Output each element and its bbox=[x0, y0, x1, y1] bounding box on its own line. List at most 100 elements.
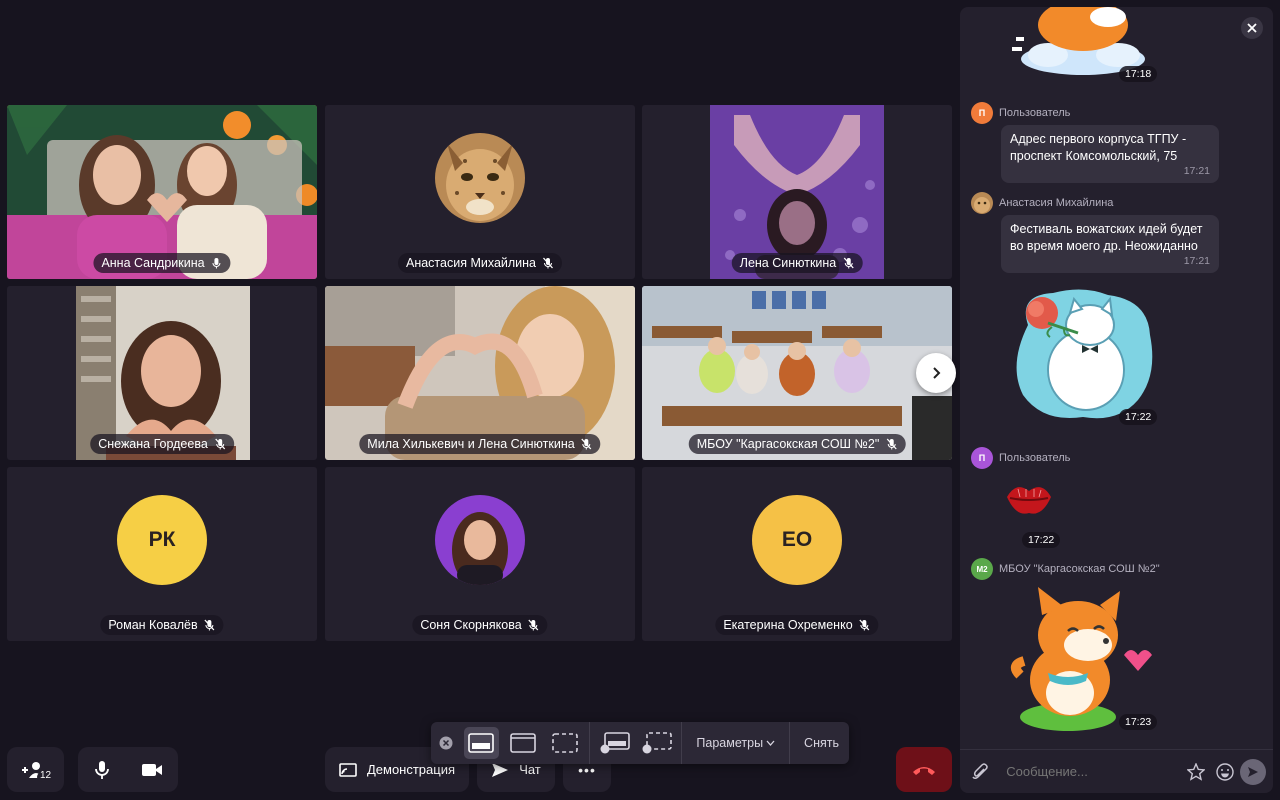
divider bbox=[681, 722, 683, 764]
participant-name: МБОУ "Каргасокская СОШ №2" bbox=[696, 437, 880, 451]
author-name: Пользователь bbox=[999, 107, 1071, 119]
participant-tile-mbou[interactable]: МБОУ "Каргасокская СОШ №2" bbox=[642, 286, 952, 460]
layout-option-window[interactable] bbox=[505, 727, 541, 759]
message-text: Адрес первого корпуса ТГПУ - проспект Ко… bbox=[1010, 132, 1187, 163]
participant-name-chip: Мила Хилькевич и Лена Синюткина bbox=[359, 434, 601, 454]
selection-area-icon bbox=[551, 733, 578, 753]
author-name: Пользователь bbox=[999, 452, 1071, 464]
message-author: П Пользователь bbox=[971, 102, 1070, 124]
participant-tile-snezhana[interactable]: Снежана Гордеева bbox=[7, 286, 317, 460]
phone-hangup-icon bbox=[913, 766, 935, 775]
favorite-button[interactable] bbox=[1182, 762, 1210, 781]
message-text: Фестиваль вожатских идей будет во время … bbox=[1010, 222, 1203, 253]
avatar-initials: РК bbox=[117, 495, 207, 585]
chat-panel: 17:18 П Пользователь Адрес первого корпу… bbox=[960, 7, 1273, 793]
sticker-image bbox=[1010, 587, 1152, 731]
avatar bbox=[435, 495, 525, 585]
close-chat-button[interactable] bbox=[1241, 17, 1263, 39]
author-name: Анастасия Михайлина bbox=[999, 197, 1114, 209]
chevron-right-icon bbox=[933, 367, 941, 379]
participant-name: Екатерина Охременко bbox=[723, 618, 853, 632]
close-popup-button[interactable] bbox=[431, 736, 461, 750]
screen-fill-icon bbox=[468, 733, 495, 753]
send-button[interactable] bbox=[1239, 758, 1267, 785]
participant-tile-roman[interactable]: РК Роман Ковалёв bbox=[7, 467, 317, 641]
invite-button[interactable]: 12 bbox=[7, 747, 64, 792]
camera-button[interactable] bbox=[141, 762, 163, 778]
end-call-button[interactable] bbox=[896, 747, 952, 792]
star-icon bbox=[1187, 762, 1206, 781]
message-author: М2 МБОУ "Каргасокская СОШ №2" bbox=[971, 558, 1160, 580]
avatar-initials: ЕО bbox=[752, 495, 842, 585]
participant-name-chip: Екатерина Охременко bbox=[715, 615, 879, 635]
participant-name: Анна Сандрикина bbox=[101, 256, 205, 270]
screen-share-label: Демонстрация bbox=[366, 762, 456, 777]
media-controls bbox=[78, 747, 178, 792]
parameters-label: Параметры bbox=[696, 736, 764, 750]
author-name: МБОУ "Каргасокская СОШ №2" bbox=[999, 563, 1160, 575]
mic-on-icon bbox=[212, 258, 221, 269]
screen-share-icon bbox=[339, 762, 357, 777]
participant-tile-lena[interactable]: Лена Синюткина bbox=[642, 105, 952, 279]
mic-off-icon bbox=[543, 257, 553, 269]
message-bubble: Адрес первого корпуса ТГПУ - проспект Ко… bbox=[1001, 125, 1219, 183]
message-bubble: Фестиваль вожатских идей будет во время … bbox=[1001, 215, 1219, 273]
remove-button[interactable]: Снять bbox=[794, 736, 849, 750]
layout-option-fill[interactable] bbox=[463, 727, 500, 759]
screen-with-camera-icon bbox=[600, 732, 630, 754]
message-time: 17:21 bbox=[1183, 255, 1210, 267]
author-avatar: П bbox=[971, 447, 993, 469]
avatar bbox=[435, 133, 525, 223]
participant-name-chip: МБОУ "Каргасокская СОШ №2" bbox=[688, 434, 906, 454]
participant-name-chip: Анна Сандрикина bbox=[93, 253, 231, 273]
mic-off-icon bbox=[843, 257, 854, 269]
message-time: 17:21 bbox=[1183, 165, 1210, 177]
author-avatar: П bbox=[971, 102, 993, 124]
message-time: 17:23 bbox=[1119, 714, 1158, 730]
message-composer bbox=[960, 749, 1273, 793]
emoji-button[interactable] bbox=[1211, 762, 1239, 781]
participant-name: Снежана Гордеева bbox=[98, 437, 208, 451]
author-avatar: М2 bbox=[971, 558, 993, 580]
close-icon bbox=[1247, 23, 1257, 33]
message-time: 17:22 bbox=[1119, 409, 1158, 425]
parameters-dropdown[interactable]: Параметры bbox=[686, 736, 785, 750]
microphone-icon bbox=[95, 760, 109, 779]
paperclip-icon bbox=[972, 762, 988, 779]
participant-name: Лена Синюткина bbox=[739, 256, 837, 270]
message-time: 17:18 bbox=[1119, 66, 1158, 82]
participant-tile-mila[interactable]: Мила Хилькевич и Лена Синюткина bbox=[325, 286, 635, 460]
participant-tile-anna[interactable]: Анна Сандрикина bbox=[7, 105, 317, 279]
sticker-image bbox=[1016, 289, 1153, 419]
emoji-icon bbox=[1215, 762, 1234, 781]
close-circle-icon bbox=[439, 736, 453, 750]
participant-tile-anastasia[interactable]: Анастасия Михайлина bbox=[325, 105, 635, 279]
layout-option-area[interactable] bbox=[547, 727, 583, 759]
attach-button[interactable] bbox=[966, 762, 994, 781]
message-author: П Пользователь bbox=[971, 447, 1070, 469]
layout-popup: Параметры Снять bbox=[431, 722, 849, 764]
message-time: 17:22 bbox=[1022, 532, 1061, 548]
participant-tile-sonya[interactable]: Соня Скорнякова bbox=[325, 467, 635, 641]
participant-name: Анастасия Михайлина bbox=[405, 256, 537, 270]
chat-label: Чат bbox=[519, 762, 541, 777]
chevron-down-icon bbox=[766, 740, 775, 746]
participant-name-chip: Роман Ковалёв bbox=[100, 615, 224, 635]
participant-tile-ekaterina[interactable]: ЕО Екатерина Охременко bbox=[642, 467, 952, 641]
divider bbox=[589, 722, 591, 764]
message-author: Анастасия Михайлина bbox=[971, 192, 1113, 214]
camera-icon bbox=[142, 763, 162, 776]
participant-name: Мила Хилькевич и Лена Синюткина bbox=[367, 437, 575, 451]
participant-name: Соня Скорнякова bbox=[420, 618, 522, 632]
microphone-button[interactable] bbox=[93, 760, 111, 780]
participant-name: Роман Ковалёв bbox=[108, 618, 198, 632]
mic-off-icon bbox=[581, 438, 592, 450]
message-input[interactable] bbox=[1006, 764, 1183, 779]
layout-option-area-with-camera[interactable] bbox=[639, 727, 675, 759]
sticker-image bbox=[1007, 487, 1051, 514]
mic-off-icon bbox=[214, 438, 225, 450]
layout-option-fill-with-camera[interactable] bbox=[597, 727, 633, 759]
send-button-circle bbox=[1239, 758, 1266, 785]
participant-count-badge: 12 bbox=[40, 770, 52, 781]
next-page-button[interactable] bbox=[916, 353, 956, 393]
